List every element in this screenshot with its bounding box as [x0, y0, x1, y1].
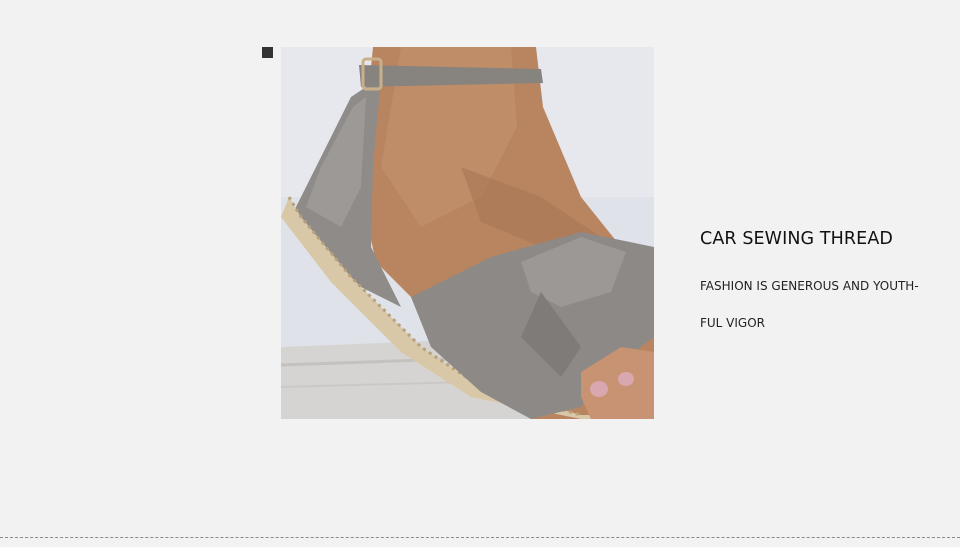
feature-description-line-2: FUL VIGOR — [700, 316, 766, 330]
sandal-photo-illustration — [281, 47, 654, 419]
bullet-square-icon — [262, 47, 273, 58]
feature-description-line-1: FASHION IS GENEROUS AND YOUTH- — [700, 279, 919, 293]
product-photo — [281, 47, 654, 419]
feature-title: CAR SEWING THREAD — [700, 229, 893, 249]
dashed-divider — [0, 537, 960, 538]
